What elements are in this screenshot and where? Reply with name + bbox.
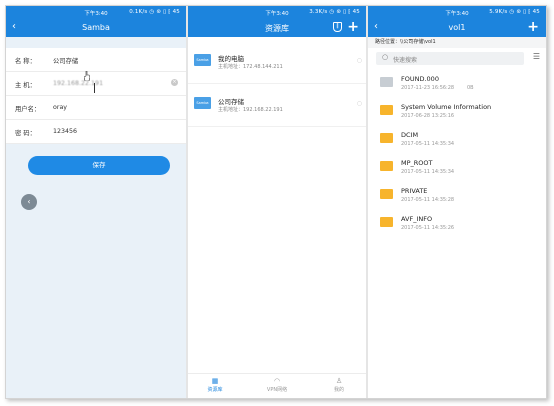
name-label: 名 称： xyxy=(15,58,36,65)
status-bar: 下午3:40 0.1K/s ◷ ⊛ ▯ ⁅ 45 xyxy=(6,6,186,19)
status-bar: 下午3:40 3.3K/s ◷ ⊛ ▯ ⁅ 45 xyxy=(188,6,366,19)
resource-item[interactable]: Samba 我的电脑 主机地址：172.48.144.211 ○ xyxy=(188,41,366,84)
tab-label: VPN网络 xyxy=(266,387,288,393)
tab-label: 我的 xyxy=(333,387,344,393)
floating-back-icon[interactable]: ‹ xyxy=(21,194,37,210)
file-date: 2017-11-23 16:56:28 xyxy=(401,85,455,91)
more-icon[interactable]: ○ xyxy=(357,57,362,64)
file-date: 2017-05-11 14:35:28 xyxy=(401,197,455,203)
search-placeholder: 快速搜索 xyxy=(393,57,418,64)
resource-name: 我的电脑 xyxy=(218,55,244,63)
status-bar: 下午3:40 5.9K/s ◷ ⊛ ▯ ⁅ 45 xyxy=(368,6,546,19)
add-icon[interactable]: + xyxy=(347,19,359,35)
tab-vpn[interactable]: ◠ VPN网络 xyxy=(252,377,302,393)
breadcrumb: 路径位置：\\公司存储\vol1 xyxy=(368,37,546,48)
folder-icon xyxy=(380,217,393,227)
resource-address: 主机地址：192.168.22.191 xyxy=(218,107,283,113)
tab-repository[interactable]: ▦ 资源库 xyxy=(190,377,240,393)
tab-profile[interactable]: ♙ 我的 xyxy=(314,377,364,393)
file-name: AVF_INFO xyxy=(401,215,433,223)
page-title: vol1 xyxy=(448,23,466,32)
folder-icon xyxy=(380,161,393,171)
list-item[interactable]: AVF_INFO 2017-05-11 14:35:26 xyxy=(368,208,546,236)
text-cursor-icon xyxy=(94,83,95,93)
vol1-navbar: ‹ vol1 + xyxy=(368,19,546,37)
clear-icon[interactable]: × xyxy=(171,79,178,86)
password-label: 密 码： xyxy=(15,130,36,137)
samba-badge-icon: Samba xyxy=(194,54,211,66)
name-field[interactable]: 名 称： 公司存储 xyxy=(6,48,186,72)
folder-icon xyxy=(380,133,393,143)
list-item[interactable]: DCIM 2017-05-11 14:35:34 xyxy=(368,124,546,152)
shield-icon[interactable]: ‖ xyxy=(333,22,342,32)
status-indicators: 5.9K/s ◷ ⊛ ▯ ⁅ 45 xyxy=(489,9,540,15)
hand-cursor-icon xyxy=(84,71,90,81)
username-label: 用户名： xyxy=(15,106,41,113)
file-name: MP_ROOT xyxy=(401,159,433,167)
search-bar: ○ 快速搜索 ☰ xyxy=(368,48,546,68)
tab-label: 资源库 xyxy=(207,387,223,393)
file-date: 2017-05-11 14:35:34 xyxy=(401,169,455,175)
folder-icon xyxy=(380,189,393,199)
list-item[interactable]: PRIVATE 2017-05-11 14:35:28 xyxy=(368,180,546,208)
file-date: 2017-05-11 14:35:26 xyxy=(401,225,455,231)
list-item[interactable]: FOUND.000 2017-11-23 16:56:28 0B xyxy=(368,68,546,96)
user-icon: ♙ xyxy=(335,377,343,385)
file-name: System Volume Information xyxy=(401,103,492,111)
samba-panel: 下午3:40 0.1K/s ◷ ⊛ ▯ ⁅ 45 ‹ Samba 名 称： 公司… xyxy=(6,6,186,398)
folder-icon xyxy=(380,105,393,115)
search-icon: ○ xyxy=(382,53,389,61)
repository-panel: 下午3:40 3.3K/s ◷ ⊛ ▯ ⁅ 45 资源库 ‖ + Samba 我… xyxy=(188,6,366,398)
grid-icon: ▦ xyxy=(211,377,219,385)
password-value[interactable]: 123456 xyxy=(53,128,77,135)
list-item[interactable]: MP_ROOT 2017-05-11 14:35:34 xyxy=(368,152,546,180)
list-item[interactable]: System Volume Information 2017-06-28 13:… xyxy=(368,96,546,124)
screenshot-frame: 下午3:40 0.1K/s ◷ ⊛ ▯ ⁅ 45 ‹ Samba 名 称： 公司… xyxy=(5,5,547,399)
resource-address: 主机地址：172.48.144.211 xyxy=(218,64,283,70)
host-value[interactable]: 192.168.22.191 xyxy=(53,80,103,87)
add-icon[interactable]: + xyxy=(527,19,539,35)
username-field[interactable]: 用户名： oray xyxy=(6,96,186,120)
samba-navbar: ‹ Samba xyxy=(6,19,186,37)
vol1-panel: 下午3:40 5.9K/s ◷ ⊛ ▯ ⁅ 45 ‹ vol1 + 路径位置：\… xyxy=(368,6,546,398)
file-size: 0B xyxy=(467,85,474,91)
samba-badge-icon: Samba xyxy=(194,97,211,109)
resource-item[interactable]: Samba 公司存储 主机地址：192.168.22.191 ○ xyxy=(188,84,366,127)
file-name: DCIM xyxy=(401,131,419,139)
file-name: FOUND.000 xyxy=(401,75,439,83)
password-field[interactable]: 密 码： 123456 xyxy=(6,120,186,144)
more-icon[interactable]: ○ xyxy=(357,100,362,107)
status-indicators: 3.3K/s ◷ ⊛ ▯ ⁅ 45 xyxy=(309,9,360,15)
file-name: PRIVATE xyxy=(401,187,428,195)
resource-name: 公司存储 xyxy=(218,98,244,106)
bottom-tab-bar: ▦ 资源库 ◠ VPN网络 ♙ 我的 xyxy=(188,373,366,398)
file-date: 2017-06-28 13:25:16 xyxy=(401,113,455,119)
file-date: 2017-05-11 14:35:34 xyxy=(401,141,455,147)
repository-navbar: 资源库 ‖ + xyxy=(188,19,366,37)
host-field[interactable]: 主 机： 192.168.22.191 × xyxy=(6,72,186,96)
page-title: Samba xyxy=(82,23,110,32)
samba-form: 名 称： 公司存储 主 机： 192.168.22.191 × 用户名： ora… xyxy=(6,48,186,144)
file-icon xyxy=(380,77,393,87)
save-button[interactable]: 保存 xyxy=(28,156,170,175)
username-value[interactable]: oray xyxy=(53,104,67,111)
wifi-icon: ◠ xyxy=(273,377,281,385)
sort-icon[interactable]: ☰ xyxy=(533,52,540,61)
name-value[interactable]: 公司存储 xyxy=(53,56,78,65)
host-label: 主 机： xyxy=(15,82,36,89)
status-indicators: 0.1K/s ◷ ⊛ ▯ ⁅ 45 xyxy=(129,9,180,15)
